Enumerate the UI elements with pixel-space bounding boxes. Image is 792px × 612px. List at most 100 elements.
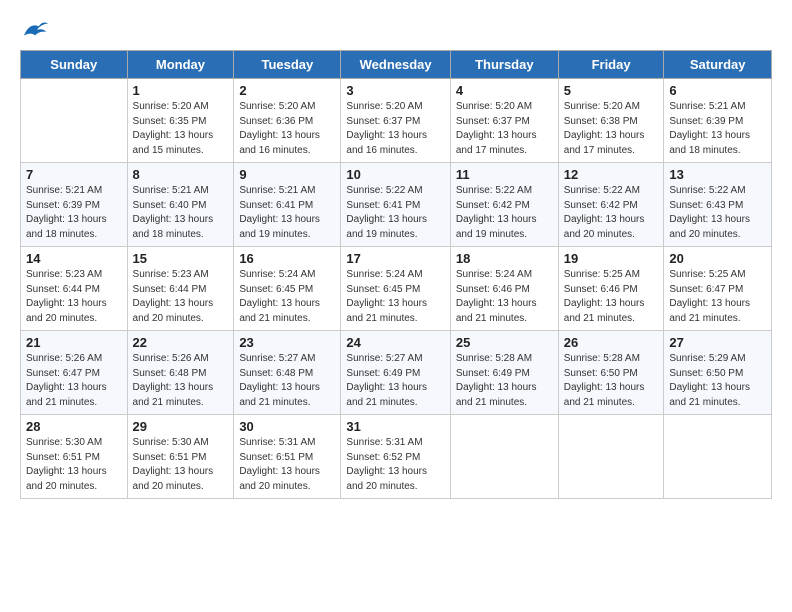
calendar-cell: 31 Sunrise: 5:31 AM Sunset: 6:52 PM Dayli… — [341, 415, 450, 499]
calendar-cell: 10 Sunrise: 5:22 AM Sunset: 6:41 PM Dayli… — [341, 163, 450, 247]
logo-bird-icon — [22, 18, 50, 40]
day-detail: Sunrise: 5:22 AM Sunset: 6:43 PM Dayligh… — [669, 184, 766, 242]
day-detail: Sunrise: 5:20 AM Sunset: 6:35 PM Dayligh… — [133, 100, 229, 158]
day-detail: Sunrise: 5:26 AM Sunset: 6:47 PM Dayligh… — [26, 352, 122, 410]
calendar-cell: 15 Sunrise: 5:23 AM Sunset: 6:44 PM Dayli… — [127, 247, 234, 331]
day-detail: Sunrise: 5:20 AM Sunset: 6:37 PM Dayligh… — [346, 100, 444, 158]
calendar-cell: 8 Sunrise: 5:21 AM Sunset: 6:40 PM Daylig… — [127, 163, 234, 247]
calendar-cell: 22Sunrise: 5:26 AM Sunset: 6:48 PM Dayli… — [127, 331, 234, 415]
day-number: 31 — [346, 419, 444, 434]
day-detail: Sunrise: 5:31 AM Sunset: 6:52 PM Dayligh… — [346, 436, 444, 494]
day-detail: Sunrise: 5:22 AM Sunset: 6:41 PM Dayligh… — [346, 184, 444, 242]
day-detail: Sunrise: 5:29 AM Sunset: 6:50 PM Dayligh… — [669, 352, 766, 410]
calendar-cell: 13 Sunrise: 5:22 AM Sunset: 6:43 PM Dayli… — [664, 163, 772, 247]
calendar-cell: 1 Sunrise: 5:20 AM Sunset: 6:35 PM Daylig… — [127, 79, 234, 163]
day-number: 27 — [669, 335, 766, 350]
day-detail: Sunrise: 5:25 AM Sunset: 6:46 PM Dayligh… — [564, 268, 659, 326]
day-detail: Sunrise: 5:27 AM Sunset: 6:48 PM Dayligh… — [239, 352, 335, 410]
day-number: 11 — [456, 167, 553, 182]
weekday-header-sunday: Sunday — [21, 51, 128, 79]
day-number: 20 — [669, 251, 766, 266]
day-number: 7 — [26, 167, 122, 182]
calendar-cell — [664, 415, 772, 499]
day-number: 5 — [564, 83, 659, 98]
calendar-week-row: 28 Sunrise: 5:30 AM Sunset: 6:51 PM Dayli… — [21, 415, 772, 499]
day-number: 23 — [239, 335, 335, 350]
calendar-cell: 16 Sunrise: 5:24 AM Sunset: 6:45 PM Dayli… — [234, 247, 341, 331]
day-number: 9 — [239, 167, 335, 182]
calendar-cell: 28 Sunrise: 5:30 AM Sunset: 6:51 PM Dayli… — [21, 415, 128, 499]
calendar-week-row: 7 Sunrise: 5:21 AM Sunset: 6:39 PM Daylig… — [21, 163, 772, 247]
day-detail: Sunrise: 5:22 AM Sunset: 6:42 PM Dayligh… — [456, 184, 553, 242]
day-detail: Sunrise: 5:20 AM Sunset: 6:36 PM Dayligh… — [239, 100, 335, 158]
day-detail: Sunrise: 5:27 AM Sunset: 6:49 PM Dayligh… — [346, 352, 444, 410]
day-number: 25 — [456, 335, 553, 350]
calendar-week-row: 21 Sunrise: 5:26 AM Sunset: 6:47 PM Dayli… — [21, 331, 772, 415]
calendar-cell: 19 Sunrise: 5:25 AM Sunset: 6:46 PM Dayli… — [558, 247, 664, 331]
day-number: 21 — [26, 335, 122, 350]
calendar-cell: 9Sunrise: 5:21 AM Sunset: 6:41 PM Daylig… — [234, 163, 341, 247]
page: SundayMondayTuesdayWednesdayThursdayFrid… — [0, 0, 792, 612]
calendar-week-row: 14Sunrise: 5:23 AM Sunset: 6:44 PM Dayli… — [21, 247, 772, 331]
calendar-cell: 18Sunrise: 5:24 AM Sunset: 6:46 PM Dayli… — [450, 247, 558, 331]
day-detail: Sunrise: 5:28 AM Sunset: 6:49 PM Dayligh… — [456, 352, 553, 410]
day-detail: Sunrise: 5:24 AM Sunset: 6:45 PM Dayligh… — [239, 268, 335, 326]
day-number: 12 — [564, 167, 659, 182]
day-number: 15 — [133, 251, 229, 266]
calendar-cell: 25 Sunrise: 5:28 AM Sunset: 6:49 PM Dayli… — [450, 331, 558, 415]
day-detail: Sunrise: 5:31 AM Sunset: 6:51 PM Dayligh… — [239, 436, 335, 494]
day-detail: Sunrise: 5:25 AM Sunset: 6:47 PM Dayligh… — [669, 268, 766, 326]
day-detail: Sunrise: 5:22 AM Sunset: 6:42 PM Dayligh… — [564, 184, 659, 242]
day-detail: Sunrise: 5:20 AM Sunset: 6:38 PM Dayligh… — [564, 100, 659, 158]
day-detail: Sunrise: 5:20 AM Sunset: 6:37 PM Dayligh… — [456, 100, 553, 158]
calendar-cell: 4 Sunrise: 5:20 AM Sunset: 6:37 PM Daylig… — [450, 79, 558, 163]
weekday-header-thursday: Thursday — [450, 51, 558, 79]
calendar-cell — [558, 415, 664, 499]
day-number: 28 — [26, 419, 122, 434]
day-number: 2 — [239, 83, 335, 98]
day-number: 30 — [239, 419, 335, 434]
day-detail: Sunrise: 5:23 AM Sunset: 6:44 PM Dayligh… — [26, 268, 122, 326]
calendar-cell: 7 Sunrise: 5:21 AM Sunset: 6:39 PM Daylig… — [21, 163, 128, 247]
logo — [20, 18, 50, 40]
day-number: 18 — [456, 251, 553, 266]
day-number: 4 — [456, 83, 553, 98]
calendar-cell — [450, 415, 558, 499]
calendar-cell: 30 Sunrise: 5:31 AM Sunset: 6:51 PM Dayli… — [234, 415, 341, 499]
day-detail: Sunrise: 5:30 AM Sunset: 6:51 PM Dayligh… — [26, 436, 122, 494]
day-number: 24 — [346, 335, 444, 350]
calendar-cell: 3 Sunrise: 5:20 AM Sunset: 6:37 PM Daylig… — [341, 79, 450, 163]
day-number: 19 — [564, 251, 659, 266]
day-number: 10 — [346, 167, 444, 182]
day-number: 13 — [669, 167, 766, 182]
weekday-header-wednesday: Wednesday — [341, 51, 450, 79]
calendar-cell: 12 Sunrise: 5:22 AM Sunset: 6:42 PM Dayli… — [558, 163, 664, 247]
day-number: 17 — [346, 251, 444, 266]
day-number: 29 — [133, 419, 229, 434]
day-number: 16 — [239, 251, 335, 266]
calendar-cell: 21 Sunrise: 5:26 AM Sunset: 6:47 PM Dayli… — [21, 331, 128, 415]
day-number: 1 — [133, 83, 229, 98]
calendar-cell: 2 Sunrise: 5:20 AM Sunset: 6:36 PM Daylig… — [234, 79, 341, 163]
calendar-cell: 6Sunrise: 5:21 AM Sunset: 6:39 PM Daylig… — [664, 79, 772, 163]
day-detail: Sunrise: 5:21 AM Sunset: 6:40 PM Dayligh… — [133, 184, 229, 242]
day-detail: Sunrise: 5:21 AM Sunset: 6:39 PM Dayligh… — [26, 184, 122, 242]
calendar-cell: 26Sunrise: 5:28 AM Sunset: 6:50 PM Dayli… — [558, 331, 664, 415]
day-detail: Sunrise: 5:30 AM Sunset: 6:51 PM Dayligh… — [133, 436, 229, 494]
calendar-cell — [21, 79, 128, 163]
day-number: 26 — [564, 335, 659, 350]
day-detail: Sunrise: 5:21 AM Sunset: 6:39 PM Dayligh… — [669, 100, 766, 158]
header — [20, 18, 772, 40]
weekday-header-saturday: Saturday — [664, 51, 772, 79]
day-number: 8 — [133, 167, 229, 182]
weekday-header-monday: Monday — [127, 51, 234, 79]
day-number: 3 — [346, 83, 444, 98]
calendar-week-row: 1 Sunrise: 5:20 AM Sunset: 6:35 PM Daylig… — [21, 79, 772, 163]
calendar-cell: 29 Sunrise: 5:30 AM Sunset: 6:51 PM Dayli… — [127, 415, 234, 499]
calendar-cell: 23 Sunrise: 5:27 AM Sunset: 6:48 PM Dayli… — [234, 331, 341, 415]
calendar-cell: 5 Sunrise: 5:20 AM Sunset: 6:38 PM Daylig… — [558, 79, 664, 163]
day-detail: Sunrise: 5:23 AM Sunset: 6:44 PM Dayligh… — [133, 268, 229, 326]
calendar-cell: 20 Sunrise: 5:25 AM Sunset: 6:47 PM Dayli… — [664, 247, 772, 331]
calendar-cell: 17Sunrise: 5:24 AM Sunset: 6:45 PM Dayli… — [341, 247, 450, 331]
calendar-cell: 11 Sunrise: 5:22 AM Sunset: 6:42 PM Dayli… — [450, 163, 558, 247]
